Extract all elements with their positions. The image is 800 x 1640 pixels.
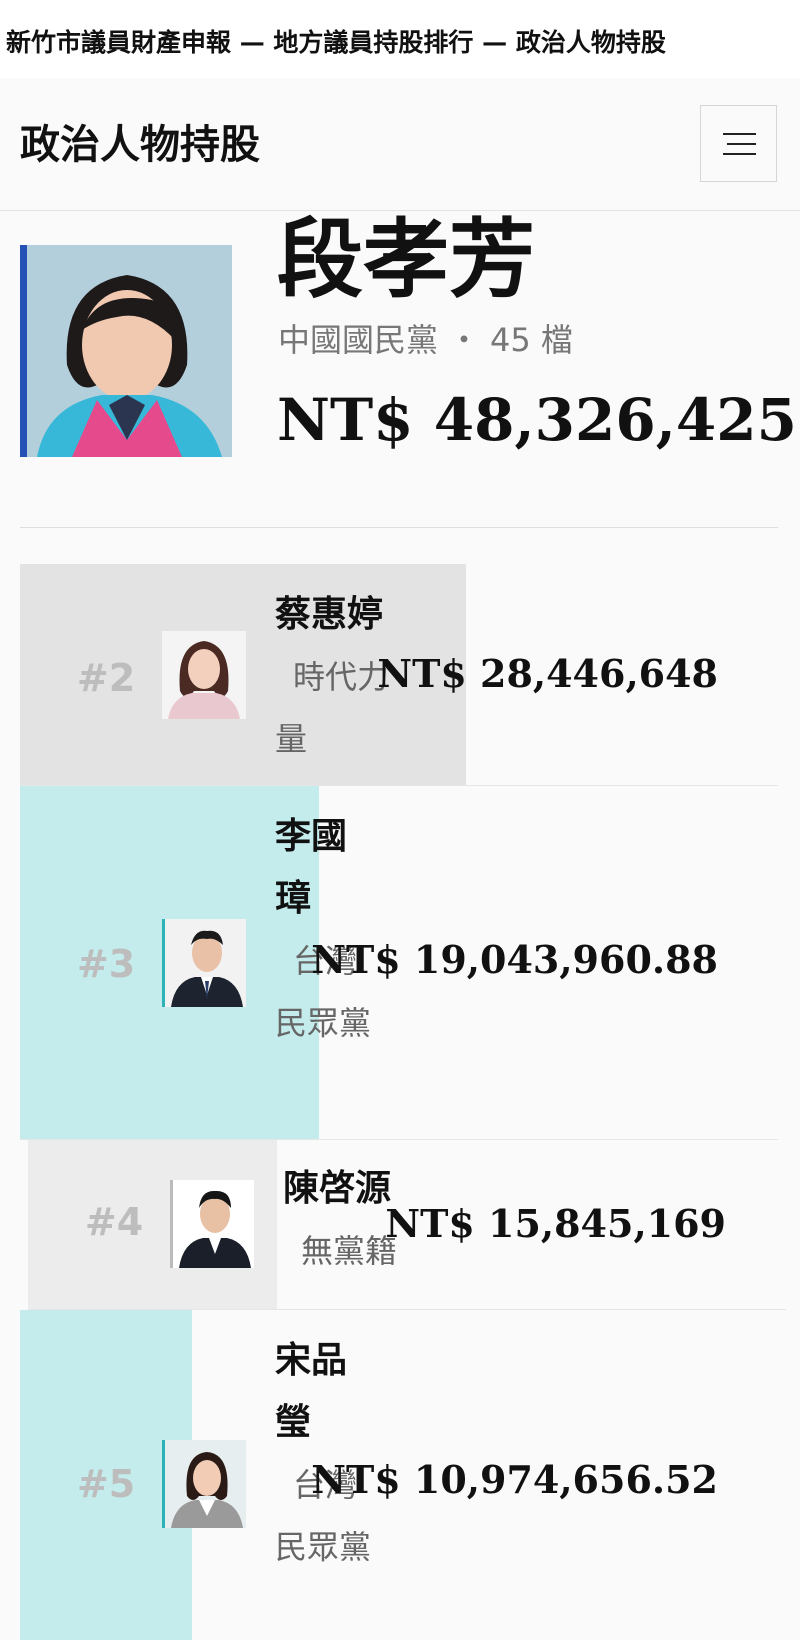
ranking-row[interactable]: #4 陳啓源 無黨籍 NT$ 15,845,169 (28, 1140, 786, 1310)
top-politician-photo[interactable] (20, 245, 232, 457)
meta-separator: ・ (448, 321, 481, 359)
rank-number: #4 (84, 1200, 144, 1244)
portrait-image (165, 919, 246, 1007)
politician-thumbnail (170, 1180, 254, 1268)
politician-thumbnail (162, 631, 246, 719)
portrait-image (162, 631, 246, 719)
rank-number: #3 (76, 942, 136, 986)
holding-amount: NT$ 10,974,656.52 (311, 1457, 718, 1502)
politician-name[interactable]: 宋品瑩 (275, 1330, 375, 1454)
portrait-image (173, 1180, 254, 1268)
rank-number: #5 (76, 1462, 136, 1506)
rank-number: #2 (76, 656, 136, 700)
holding-amount: NT$ 15,845,169 (385, 1201, 726, 1246)
top-politician-name[interactable]: 段孝芳 (277, 210, 535, 310)
holding-amount: NT$ 19,043,960.88 (311, 937, 718, 982)
top-politician-meta: 中國國民黨・ 45 檔 (278, 320, 573, 360)
portrait-image (27, 245, 232, 457)
ranking-row[interactable]: #2 蔡惠婷 時代力量 NT$ 28,446,648 (20, 564, 778, 786)
app-title[interactable]: 政治人物持股 (20, 120, 260, 170)
politician-thumbnail (162, 1440, 246, 1528)
politician-thumbnail (162, 919, 246, 1007)
politician-name[interactable]: 蔡惠婷 (275, 584, 420, 646)
top-politician-amount: NT$ 48,326,425 (277, 386, 797, 454)
politician-info: 李國璋 台灣民眾黨 (275, 806, 375, 1054)
party-label: 中國國民黨 (278, 321, 439, 359)
menu-button[interactable] (700, 105, 777, 182)
politician-info: 宋品瑩 台灣民眾黨 (275, 1330, 375, 1578)
section-divider (20, 527, 778, 528)
ranking-row[interactable]: #5 宋品瑩 台灣民眾黨 NT$ 10,974,656.52 (20, 1310, 778, 1640)
app-header: 政治人物持股 (0, 78, 800, 211)
politician-name[interactable]: 李國璋 (275, 806, 375, 930)
screenshot-caption: 新竹市議員財產申報 — 地方議員持股排行 — 政治人物持股 (0, 0, 800, 78)
portrait-image (165, 1440, 246, 1528)
holdings-count: 45 檔 (490, 321, 573, 359)
holding-amount: NT$ 28,446,648 (377, 651, 718, 696)
ranking-row[interactable]: #3 李國璋 台灣民眾黨 NT$ 19,043,960.88 (20, 786, 778, 1140)
